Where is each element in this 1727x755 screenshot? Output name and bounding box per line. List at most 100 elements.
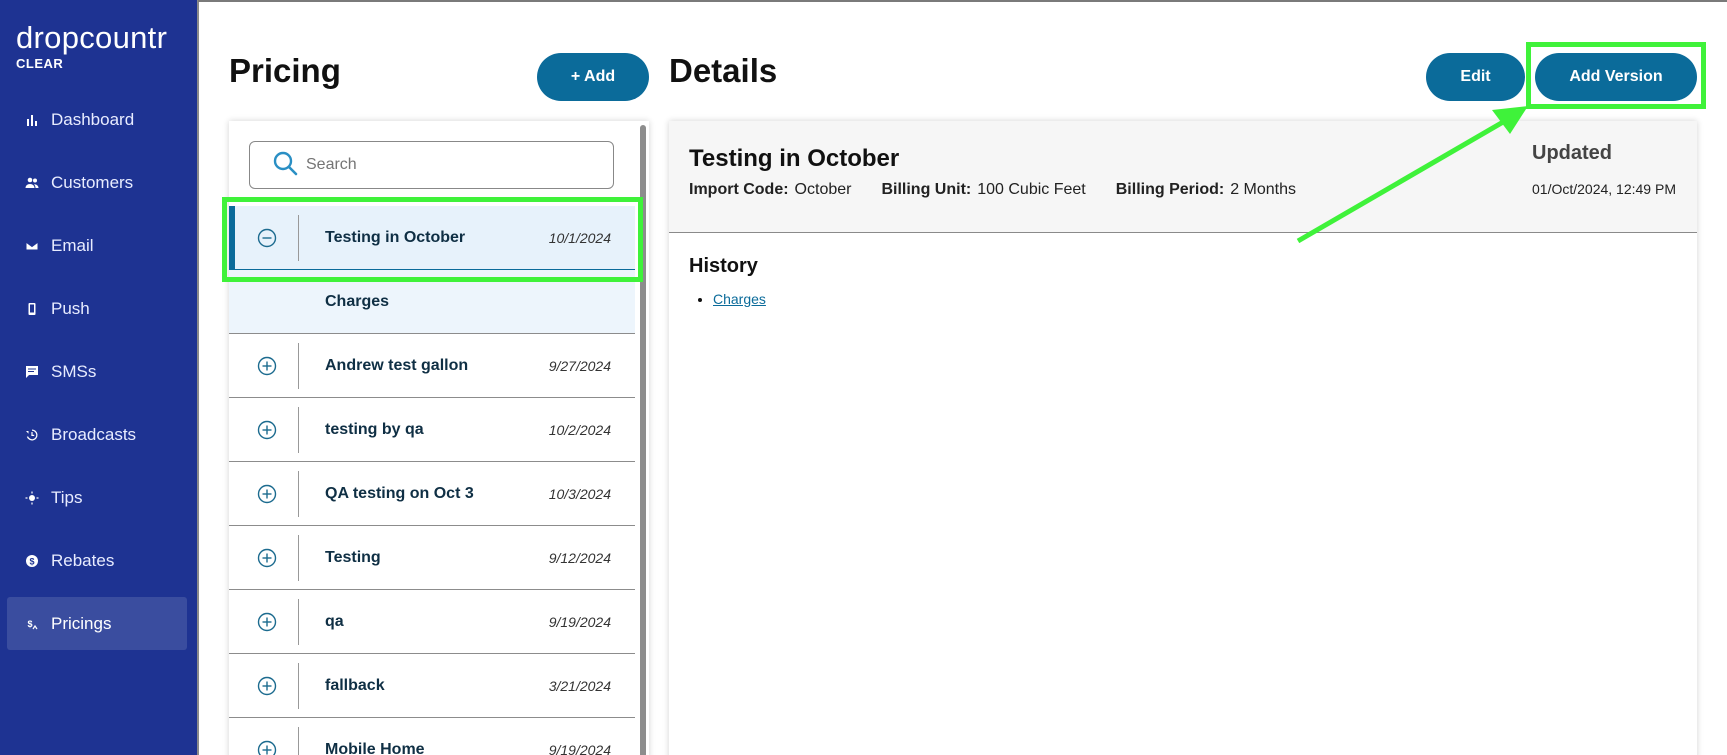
row-date: 9/19/2024 <box>548 741 611 755</box>
brand-logo: dropcountr CLEAR <box>16 20 167 71</box>
row-date: 9/12/2024 <box>548 549 611 566</box>
add-version-button[interactable]: Add Version <box>1535 53 1697 101</box>
table-row-selected[interactable]: Testing in October 10/1/2024 <box>229 206 635 270</box>
sidebar-item-label: Email <box>51 235 94 255</box>
row-date: 3/21/2024 <box>548 677 611 694</box>
dollar-circle-icon: $ <box>23 552 41 570</box>
row-divider <box>298 343 299 389</box>
sidebar-item-label: Customers <box>51 172 134 192</box>
sidebar-item-label: Broadcasts <box>51 424 137 444</box>
sidebar-nav: Dashboard Customers Email Push SMSs Broa… <box>7 93 187 660</box>
row-name: testing by qa <box>325 420 424 438</box>
pricing-list: Testing in October 10/1/2024 Charges And… <box>229 206 635 755</box>
top-divider <box>198 0 1727 2</box>
billing-period-value: 2 Months <box>1230 181 1297 198</box>
brand-name: dropcountr <box>16 20 168 55</box>
sub-row-name: Charges <box>325 292 390 310</box>
add-pricing-button[interactable]: + Add <box>537 53 649 101</box>
import-code-value: October <box>794 181 852 198</box>
sidebar-item-label: Rebates <box>51 550 115 570</box>
sidebar-item-broadcasts[interactable]: Broadcasts <box>7 408 187 461</box>
row-name: Testing in October <box>325 228 466 246</box>
row-divider <box>298 663 299 709</box>
sidebar-item-email[interactable]: Email <box>7 219 187 272</box>
expand-icon[interactable] <box>257 484 277 504</box>
row-divider <box>298 471 299 517</box>
details-title: Details <box>669 52 778 89</box>
table-row[interactable]: Mobile Home 9/19/2024 <box>229 718 635 755</box>
expand-icon[interactable] <box>257 420 277 440</box>
expand-icon[interactable] <box>257 612 277 632</box>
history-item: Charges <box>713 291 766 307</box>
expand-icon[interactable] <box>257 356 277 376</box>
svg-text:$: $ <box>29 556 34 566</box>
expand-icon[interactable] <box>257 676 277 696</box>
row-date: 10/1/2024 <box>548 229 611 246</box>
expand-icon[interactable] <box>257 740 277 755</box>
row-divider <box>298 599 299 645</box>
phone-icon <box>23 300 41 318</box>
billing-unit-value: 100 Cubic Feet <box>977 181 1086 198</box>
updated-label: Updated <box>1532 142 1612 164</box>
app: dropcountr CLEAR Dashboard Customers Ema… <box>0 0 1727 755</box>
row-date: 10/2/2024 <box>548 421 611 438</box>
row-divider <box>298 535 299 581</box>
table-row[interactable]: Andrew test gallon 9/27/2024 <box>229 334 635 398</box>
table-row[interactable]: QA testing on Oct 3 10/3/2024 <box>229 462 635 526</box>
sidebar-item-tips[interactable]: Tips <box>7 471 187 524</box>
sidebar-item-label: SMSs <box>51 361 97 381</box>
sidebar-divider <box>197 0 199 755</box>
expand-icon[interactable] <box>257 548 277 568</box>
details-panel: Testing in October Import Code: October … <box>669 121 1697 755</box>
table-row[interactable]: fallback 3/21/2024 <box>229 654 635 718</box>
row-name: fallback <box>325 676 385 694</box>
collapse-icon[interactable] <box>257 228 277 248</box>
row-name: Testing <box>325 548 381 566</box>
history-title: History <box>689 255 758 277</box>
updated-value: 01/Oct/2024, 12:49 PM <box>1532 181 1676 197</box>
history-icon <box>23 426 41 444</box>
search-input[interactable] <box>306 156 596 174</box>
pricing-meta: Import Code: October Billing Unit: 100 C… <box>689 181 1326 199</box>
sidebar-item-rebates[interactable]: $ Rebates <box>7 534 187 587</box>
billing-unit-label: Billing Unit: <box>881 181 972 198</box>
row-divider <box>298 215 299 261</box>
row-name: qa <box>325 612 344 630</box>
brand-subtitle: CLEAR <box>16 56 64 71</box>
sidebar-item-pricings[interactable]: $ Pricings <box>7 597 187 650</box>
sidebar-item-push[interactable]: Push <box>7 282 187 335</box>
details-header: Testing in October Import Code: October … <box>669 121 1697 233</box>
pricing-title: Pricing <box>229 52 341 89</box>
edit-button[interactable]: Edit <box>1426 53 1525 101</box>
chat-icon <box>23 363 41 381</box>
row-divider <box>298 407 299 453</box>
search-icon <box>272 150 306 181</box>
row-name: Andrew test gallon <box>325 356 469 374</box>
sub-row-charges[interactable]: Charges <box>229 270 635 334</box>
table-row[interactable]: qa 9/19/2024 <box>229 590 635 654</box>
sidebar-item-label: Push <box>51 298 90 318</box>
bar-chart-icon <box>23 111 41 129</box>
sidebar-item-smss[interactable]: SMSs <box>7 345 187 398</box>
row-date: 9/27/2024 <box>548 357 611 374</box>
svg-text:$: $ <box>27 619 32 629</box>
people-icon <box>23 174 41 192</box>
sidebar: dropcountr CLEAR Dashboard Customers Ema… <box>0 0 198 755</box>
history-list: Charges <box>713 291 766 307</box>
sidebar-item-customers[interactable]: Customers <box>7 156 187 209</box>
table-row[interactable]: Testing 9/12/2024 <box>229 526 635 590</box>
sun-icon <box>23 489 41 507</box>
list-scrollbar[interactable] <box>640 125 646 755</box>
table-row[interactable]: testing by qa 10/2/2024 <box>229 398 635 462</box>
sidebar-item-label: Tips <box>51 487 83 507</box>
mail-icon <box>23 237 41 255</box>
history-link-charges[interactable]: Charges <box>713 291 766 307</box>
sidebar-item-dashboard[interactable]: Dashboard <box>7 93 187 146</box>
search-box[interactable] <box>249 141 614 189</box>
sidebar-item-label: Pricings <box>51 613 112 633</box>
row-date: 9/19/2024 <box>548 613 611 630</box>
row-divider <box>298 727 299 755</box>
sidebar-item-label: Dashboard <box>51 109 135 129</box>
pricing-icon: $ <box>23 615 41 633</box>
billing-period-label: Billing Period: <box>1115 181 1225 198</box>
